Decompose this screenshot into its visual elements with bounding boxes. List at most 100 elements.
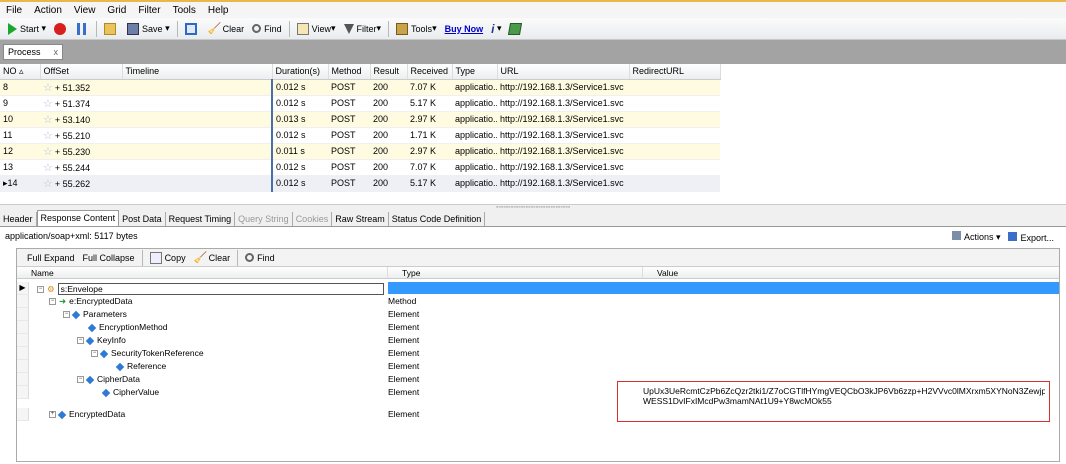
full-expand-button[interactable]: Full Expand: [23, 249, 79, 267]
star-icon[interactable]: ☆: [43, 114, 53, 126]
table-row[interactable]: ▸14 ☆ + 55.262 0.012 s POST 200 5.17 K ap…: [0, 175, 720, 192]
tree-row[interactable]: − ➜ e:EncryptedData Method: [17, 295, 1059, 308]
clear-tree-button[interactable]: 🧹 Clear: [190, 249, 235, 267]
menu-grid[interactable]: Grid: [101, 5, 132, 16]
info-button[interactable]: i ▾: [487, 20, 505, 38]
table-row[interactable]: 8 ☆ + 51.352 0.012 s POST 200 7.07 K appl…: [0, 79, 720, 96]
floppy-icon: [127, 22, 140, 35]
menu-file[interactable]: File: [0, 5, 28, 16]
toolbar-separator: [141, 249, 143, 266]
menu-help[interactable]: Help: [202, 5, 235, 16]
table-row[interactable]: 10 ☆ + 53.140 0.013 s POST 200 2.97 K app…: [0, 111, 720, 128]
column-header[interactable]: OffSet: [40, 64, 123, 80]
tree-row[interactable]: ▶ − ⚙ s:Envelope: [17, 282, 1059, 295]
column-header-name[interactable]: Name: [17, 267, 388, 278]
tree-row[interactable]: Reference Element: [17, 360, 1059, 373]
clear-button[interactable]: 🧹 Clear: [204, 20, 249, 38]
star-icon[interactable]: ☆: [43, 130, 53, 142]
stop-button[interactable]: [50, 20, 73, 38]
table-row[interactable]: 11 ☆ + 55.210 0.012 s POST 200 1.71 K app…: [0, 127, 720, 144]
tab-response-content[interactable]: Response Content: [36, 210, 120, 226]
tree-toolbar: Full Expand Full Collapse Copy 🧹 Clear Fi…: [17, 249, 1059, 267]
content-type-label: application/soap+xml: 5117 bytes: [5, 231, 138, 241]
tab-post-data[interactable]: Post Data: [119, 212, 166, 226]
tab-request-timing[interactable]: Request Timing: [166, 212, 236, 226]
tab-query-string[interactable]: Query String: [235, 212, 293, 226]
tree-row[interactable]: EncryptionMethod Element: [17, 321, 1059, 334]
collapse-icon[interactable]: −: [63, 311, 70, 319]
tree-row[interactable]: − KeyInfo Element: [17, 334, 1059, 347]
stop-icon: [54, 22, 67, 35]
table-row[interactable]: 12 ☆ + 55.230 0.011 s POST 200 2.97 K app…: [0, 143, 720, 160]
pane-splitter[interactable]: ◦◦◦◦◦◦◦◦◦◦◦◦◦◦◦◦◦◦◦◦◦◦◦◦◦◦◦◦◦◦: [0, 204, 1066, 211]
tree-row[interactable]: − SecurityTokenReference Element: [17, 347, 1059, 360]
view-button[interactable]: View ▾: [293, 20, 340, 38]
find-tree-button[interactable]: Find: [241, 249, 279, 267]
pause-button[interactable]: [73, 20, 93, 38]
start-button[interactable]: Start ▾: [4, 20, 50, 38]
play-icon: [8, 22, 17, 35]
copy-button[interactable]: Copy: [146, 249, 190, 267]
collapse-icon[interactable]: −: [49, 298, 56, 306]
column-header[interactable]: URL: [497, 64, 630, 80]
tree-row[interactable]: + EncryptedData Element: [17, 408, 1059, 421]
tree-row[interactable]: − Parameters Element: [17, 308, 1059, 321]
star-icon[interactable]: ☆: [43, 178, 53, 190]
selection-highlight: [388, 282, 1059, 294]
toolbar-separator: [96, 20, 98, 37]
cipher-value-text: UpUx3UeRcmtCzPb6ZcQzr2tki1/Z7oCGTlfHYmgV…: [643, 386, 1045, 406]
capture-button[interactable]: [181, 20, 204, 38]
table-row[interactable]: 13 ☆ + 55.244 0.012 s POST 200 7.07 K app…: [0, 159, 720, 176]
detail-tab-bar: Header Response Content Post Data Reques…: [0, 210, 1066, 227]
export-button[interactable]: Export...: [1008, 231, 1054, 243]
column-header[interactable]: Received: [407, 64, 453, 80]
session-grid: NO ▵ OffSet Timeline Duration(s) Method …: [0, 64, 1066, 204]
menu-action[interactable]: Action: [28, 5, 68, 16]
row-gutter: [17, 347, 29, 360]
table-row[interactable]: 9 ☆ + 51.374 0.012 s POST 200 5.17 K appl…: [0, 95, 720, 112]
actions-button[interactable]: Actions ▾: [951, 231, 1000, 243]
tree-node-name: SecurityTokenReference: [111, 348, 204, 358]
buy-now-link[interactable]: Buy Now: [441, 20, 488, 38]
column-header[interactable]: RedirectURL: [629, 64, 721, 80]
collapse-icon[interactable]: −: [77, 337, 84, 345]
main-toolbar: Start ▾ Save ▾ 🧹 Clear Find View ▾ Filter…: [0, 18, 1066, 40]
save-button[interactable]: Save ▾: [123, 20, 174, 38]
timeline-cell: [122, 95, 273, 112]
tab-status-code-definition[interactable]: Status Code Definition: [389, 212, 486, 226]
menu-filter[interactable]: Filter: [132, 5, 166, 16]
timeline-cell: [122, 143, 272, 160]
tools-button[interactable]: Tools ▾: [392, 20, 441, 38]
book-button[interactable]: [505, 20, 528, 38]
expand-icon[interactable]: +: [49, 411, 56, 419]
star-icon[interactable]: ☆: [43, 98, 53, 110]
star-icon[interactable]: ☆: [43, 146, 53, 158]
column-header[interactable]: Duration(s): [272, 64, 329, 80]
collapse-icon[interactable]: −: [91, 350, 98, 358]
open-button[interactable]: [100, 20, 123, 38]
menu-view[interactable]: View: [68, 5, 102, 16]
filter-button[interactable]: Filter ▾: [340, 20, 386, 38]
full-collapse-button[interactable]: Full Collapse: [79, 249, 139, 267]
star-icon[interactable]: ☆: [43, 82, 53, 94]
column-header-value[interactable]: Value: [643, 267, 1059, 278]
column-header[interactable]: Result: [370, 64, 408, 80]
close-icon[interactable]: x: [54, 47, 59, 57]
find-button[interactable]: Find: [248, 20, 286, 38]
tab-raw-stream[interactable]: Raw Stream: [332, 212, 389, 226]
column-header[interactable]: Method: [328, 64, 371, 80]
process-tab[interactable]: Process x: [3, 44, 63, 60]
column-header-type[interactable]: Type: [388, 267, 643, 278]
column-header[interactable]: NO ▵: [0, 64, 41, 80]
star-icon[interactable]: ☆: [43, 162, 53, 174]
timeline-cell: [122, 111, 272, 128]
column-header[interactable]: Type: [452, 64, 498, 80]
tab-cookies[interactable]: Cookies: [293, 212, 333, 226]
row-gutter: [17, 321, 29, 334]
menu-tools[interactable]: Tools: [167, 5, 202, 16]
collapse-icon[interactable]: −: [37, 286, 44, 294]
column-header[interactable]: Timeline: [122, 64, 273, 80]
collapse-icon[interactable]: −: [77, 376, 84, 384]
tab-header[interactable]: Header: [0, 212, 37, 226]
row-gutter: [17, 295, 29, 308]
